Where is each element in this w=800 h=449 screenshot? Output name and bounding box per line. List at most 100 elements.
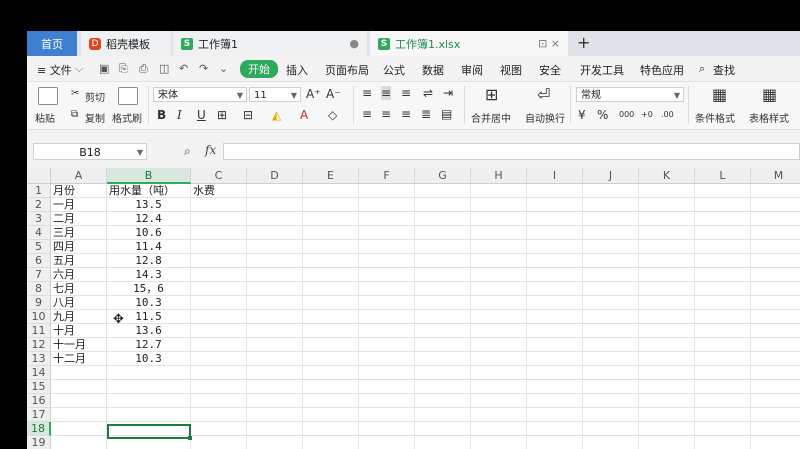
- cell-j13[interactable]: [583, 352, 639, 366]
- currency-icon[interactable]: ¥: [578, 108, 586, 122]
- row-header-1[interactable]: 1: [27, 184, 51, 198]
- cell-g17[interactable]: [415, 408, 471, 422]
- column-header-c[interactable]: C: [191, 168, 247, 184]
- cell-g18[interactable]: [415, 422, 471, 436]
- row-header-10[interactable]: 10: [27, 310, 51, 324]
- cell-g19[interactable]: [415, 436, 471, 449]
- cell-a15[interactable]: [51, 380, 107, 394]
- column-header-i[interactable]: I: [527, 168, 583, 184]
- paste-label[interactable]: 粘贴: [35, 110, 55, 125]
- cell-a1[interactable]: 月份: [51, 184, 107, 198]
- cell-j8[interactable]: [583, 282, 639, 296]
- file-menu[interactable]: ≡ 文件: [37, 62, 72, 78]
- cell-a4[interactable]: 三月: [51, 226, 107, 240]
- cell-f9[interactable]: [359, 296, 415, 310]
- cut-label[interactable]: 剪切: [85, 89, 105, 104]
- indent-icon[interactable]: ⇥: [443, 86, 453, 100]
- cell-a2[interactable]: 一月: [51, 198, 107, 212]
- cell-m6[interactable]: [751, 254, 800, 268]
- cell-b4[interactable]: 10.6: [107, 226, 191, 240]
- row-header-14[interactable]: 14: [27, 366, 51, 380]
- cell-l4[interactable]: [695, 226, 751, 240]
- cell-h13[interactable]: [471, 352, 527, 366]
- cell-g6[interactable]: [415, 254, 471, 268]
- row-header-17[interactable]: 17: [27, 408, 51, 422]
- row-header-11[interactable]: 11: [27, 324, 51, 338]
- undo-icon[interactable]: ↶: [179, 62, 188, 75]
- align-middle-icon[interactable]: ≡: [381, 86, 392, 100]
- cell-m9[interactable]: [751, 296, 800, 310]
- cell-b17[interactable]: [107, 408, 191, 422]
- cell-l6[interactable]: [695, 254, 751, 268]
- cell-e8[interactable]: [303, 282, 359, 296]
- cell-l8[interactable]: [695, 282, 751, 296]
- cell-a16[interactable]: [51, 394, 107, 408]
- cell-d10[interactable]: [247, 310, 303, 324]
- cell-i16[interactable]: [527, 394, 583, 408]
- cell-e4[interactable]: [303, 226, 359, 240]
- cell-a10[interactable]: 九月: [51, 310, 107, 324]
- cell-k12[interactable]: [639, 338, 695, 352]
- cell-g4[interactable]: [415, 226, 471, 240]
- cell-j18[interactable]: [583, 422, 639, 436]
- export-icon[interactable]: ⎘: [119, 62, 128, 76]
- cell-l5[interactable]: [695, 240, 751, 254]
- cell-d4[interactable]: [247, 226, 303, 240]
- merge-center-label[interactable]: 合并居中: [471, 110, 511, 125]
- cell-f14[interactable]: [359, 366, 415, 380]
- cell-c15[interactable]: [191, 380, 247, 394]
- cell-g2[interactable]: [415, 198, 471, 212]
- cell-g14[interactable]: [415, 366, 471, 380]
- cell-e17[interactable]: [303, 408, 359, 422]
- row-header-9[interactable]: 9: [27, 296, 51, 310]
- cell-j3[interactable]: [583, 212, 639, 226]
- cell-f6[interactable]: [359, 254, 415, 268]
- cell-a13[interactable]: 十二月: [51, 352, 107, 366]
- cell-d5[interactable]: [247, 240, 303, 254]
- cell-l12[interactable]: [695, 338, 751, 352]
- cell-h18[interactable]: [471, 422, 527, 436]
- cell-g12[interactable]: [415, 338, 471, 352]
- cell-k14[interactable]: [639, 366, 695, 380]
- cell-i8[interactable]: [527, 282, 583, 296]
- cell-l10[interactable]: [695, 310, 751, 324]
- cell-g11[interactable]: [415, 324, 471, 338]
- cell-k1[interactable]: [639, 184, 695, 198]
- cell-i10[interactable]: [527, 310, 583, 324]
- cell-i6[interactable]: [527, 254, 583, 268]
- row-header-2[interactable]: 2: [27, 198, 51, 212]
- cell-d1[interactable]: [247, 184, 303, 198]
- cell-f10[interactable]: [359, 310, 415, 324]
- cell-g9[interactable]: [415, 296, 471, 310]
- paste-icon[interactable]: [38, 87, 58, 105]
- cell-l16[interactable]: [695, 394, 751, 408]
- cell-l9[interactable]: [695, 296, 751, 310]
- cell-b7[interactable]: 14.3: [107, 268, 191, 282]
- cell-f12[interactable]: [359, 338, 415, 352]
- cell-d12[interactable]: [247, 338, 303, 352]
- cell-h14[interactable]: [471, 366, 527, 380]
- worksheet-grid[interactable]: A B C D E F G H I J K L M 1 月份 用水量（吨） 水费 2 一月 13.5 3 二月 12.4 4 三…: [27, 168, 800, 449]
- conditional-format-icon[interactable]: ▦: [712, 85, 727, 104]
- cell-b9[interactable]: 10.3: [107, 296, 191, 310]
- orientation-icon[interactable]: ⇌: [423, 86, 433, 100]
- cell-j17[interactable]: [583, 408, 639, 422]
- conditional-format-label[interactable]: 条件格式: [695, 110, 735, 125]
- row-header-16[interactable]: 16: [27, 394, 51, 408]
- cell-g1[interactable]: [415, 184, 471, 198]
- cell-c12[interactable]: [191, 338, 247, 352]
- underline-button[interactable]: U: [197, 108, 206, 122]
- cell-l11[interactable]: [695, 324, 751, 338]
- cell-g8[interactable]: [415, 282, 471, 296]
- cell-l14[interactable]: [695, 366, 751, 380]
- cell-j9[interactable]: [583, 296, 639, 310]
- cell-l17[interactable]: [695, 408, 751, 422]
- cell-i1[interactable]: [527, 184, 583, 198]
- row-header-5[interactable]: 5: [27, 240, 51, 254]
- cell-d18[interactable]: [247, 422, 303, 436]
- wrap-text-label[interactable]: 自动换行: [525, 110, 565, 125]
- fill-color-icon[interactable]: ◭: [272, 108, 281, 122]
- font-name-select[interactable]: 宋体 ▼: [153, 87, 247, 102]
- cell-f15[interactable]: [359, 380, 415, 394]
- cell-e2[interactable]: [303, 198, 359, 212]
